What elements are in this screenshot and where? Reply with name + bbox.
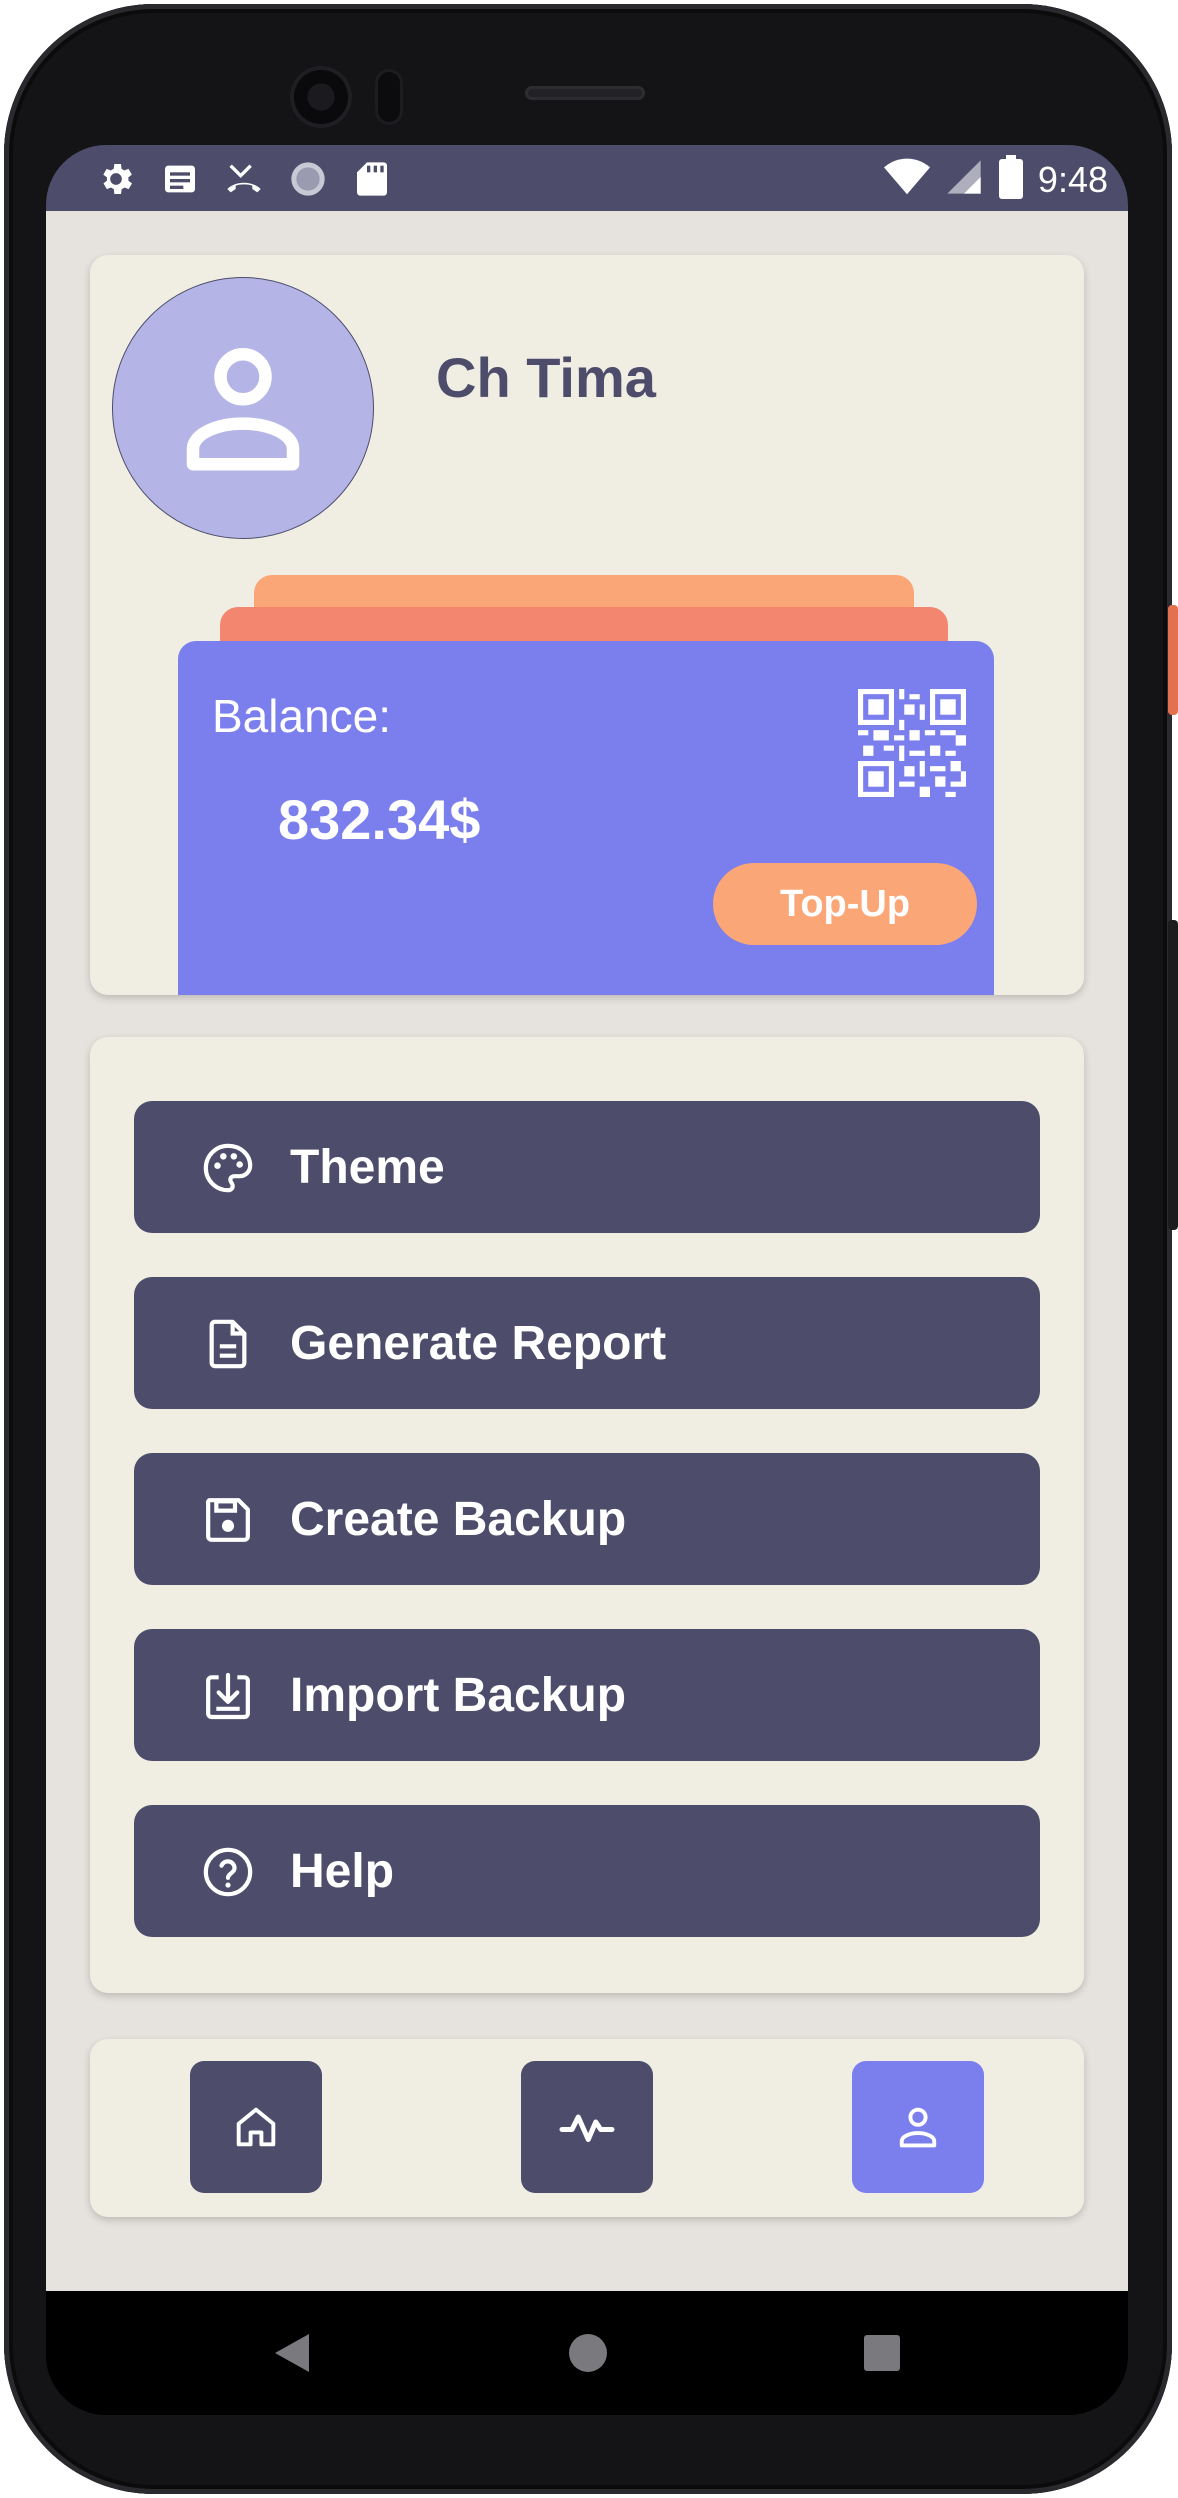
bottom-navigation [90, 2039, 1084, 2217]
wifi-icon [883, 157, 930, 202]
user-name: Ch Tima [436, 346, 656, 409]
proximity-sensor [378, 72, 400, 122]
help-label: Help [290, 1844, 395, 1898]
activity-icon [559, 2114, 615, 2142]
settings-icon [94, 157, 138, 201]
sd-card-icon [350, 157, 394, 201]
generate-report-button[interactable]: Generate Report [134, 1277, 1040, 1409]
signal-icon [944, 157, 984, 202]
back-icon[interactable] [268, 2329, 316, 2377]
nav-activity-button[interactable] [521, 2061, 653, 2193]
theme-label: Theme [290, 1140, 445, 1194]
profile-card: Ch Tima Balance: 832.34$ Top-Up [90, 255, 1084, 995]
nav-profile-button[interactable] [852, 2061, 984, 2193]
loading-circle-icon [286, 157, 330, 201]
avatar[interactable] [112, 277, 374, 539]
volume-button [1168, 920, 1178, 1230]
balance-value: 832.34$ [278, 788, 481, 851]
status-bar: 9:48 [46, 145, 1128, 211]
help-icon [203, 1847, 253, 1897]
theme-button[interactable]: Theme [134, 1101, 1040, 1233]
create-backup-button[interactable]: Create Backup [134, 1453, 1040, 1585]
top-up-button[interactable]: Top-Up [713, 863, 977, 945]
person-icon [186, 348, 300, 471]
power-button [1168, 605, 1178, 715]
import-backup-button[interactable]: Import Backup [134, 1629, 1040, 1761]
front-camera [294, 70, 348, 124]
generate-report-label: Generate Report [290, 1316, 667, 1370]
profile-icon [899, 2107, 937, 2148]
document-icon [209, 1319, 247, 1369]
create-backup-label: Create Backup [290, 1492, 627, 1546]
earpiece-speaker [525, 86, 645, 100]
notes-icon [158, 157, 202, 201]
call-missed-icon [222, 157, 266, 201]
qr-code-icon[interactable] [858, 689, 966, 797]
palette-icon [203, 1143, 253, 1193]
balance-label: Balance: [212, 690, 392, 742]
import-icon [206, 1672, 250, 1720]
status-time: 9:48 [1037, 158, 1108, 200]
home-icon [236, 2107, 276, 2147]
battery-icon [998, 155, 1024, 204]
menu-card: Theme Generate Report Create Backup Impo… [90, 1037, 1084, 1993]
system-navigation-bar [46, 2291, 1128, 2415]
save-icon [205, 1498, 250, 1542]
import-backup-label: Import Backup [290, 1668, 627, 1722]
app-screen: Ch Tima Balance: 832.34$ Top-Up Theme Ge… [46, 211, 1128, 2291]
balance-card: Balance: 832.34$ Top-Up [178, 641, 994, 995]
recents-icon[interactable] [858, 2329, 906, 2377]
home-circle-icon[interactable] [564, 2329, 612, 2377]
nav-home-button[interactable] [190, 2061, 322, 2193]
screen-area: 9:48 Ch Tima Balance: 832.34$ Top-Up The… [46, 145, 1128, 2415]
help-button[interactable]: Help [134, 1805, 1040, 1937]
